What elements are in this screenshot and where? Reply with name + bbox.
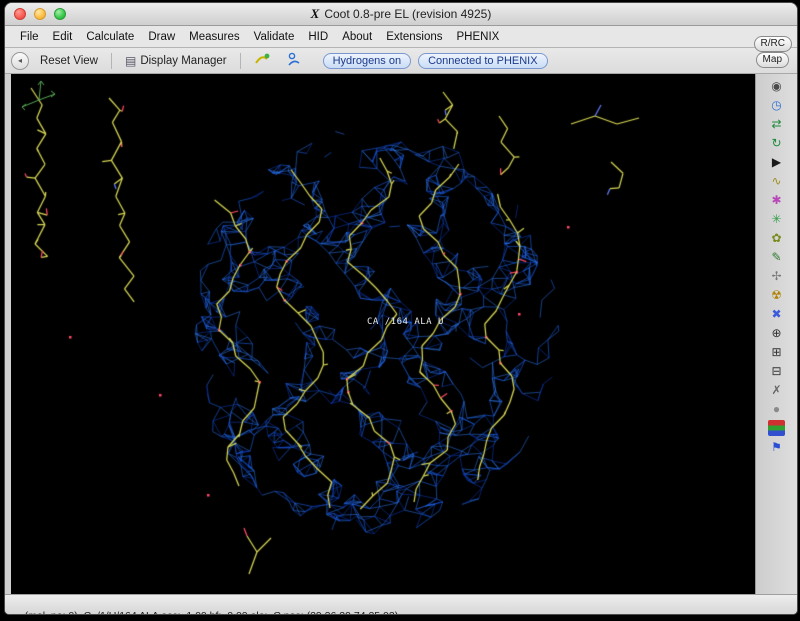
menu-extensions[interactable]: Extensions	[379, 31, 449, 43]
pencil-icon[interactable]: ✎	[768, 249, 785, 265]
reset-view-label: Reset View	[40, 55, 98, 67]
minus-box-icon[interactable]: ⊟	[768, 363, 785, 379]
flag-icon[interactable]: ⚑	[768, 439, 785, 455]
hydrogens-toggle-button[interactable]: Hydrogens on	[323, 53, 412, 69]
clock-icon[interactable]: ◷	[768, 97, 785, 113]
window-controls	[14, 8, 66, 20]
rotate-arrow-icon[interactable]: ↻	[768, 135, 785, 151]
display-manager-button[interactable]: ▤ Display Manager	[120, 52, 232, 70]
canvas-area: CA /164 ALA U	[11, 74, 755, 594]
model-toolbar: ◉ ◷ ⇄ ↻ ▶ ∿ ✱ ✳ ✿ ✎ ✢ ☢	[755, 74, 797, 594]
display-manager-label: Display Manager	[140, 55, 226, 67]
wand-tool-button[interactable]	[249, 49, 275, 72]
delete-icon[interactable]: ✗	[768, 382, 785, 398]
statusbar: (mol. no: 0) C /1/U/164 ALA occ: 1.00 bf…	[5, 594, 797, 614]
menu-about[interactable]: About	[335, 31, 379, 43]
display-manager-icon: ▤	[125, 54, 136, 68]
reset-view-button[interactable]: Reset View	[35, 53, 103, 69]
window-title: X Coot 0.8-pre EL (revision 4925)	[311, 6, 492, 22]
close-button[interactable]	[14, 8, 26, 20]
coot-window: X Coot 0.8-pre EL (revision 4925) File E…	[4, 2, 798, 615]
menu-file[interactable]: File	[13, 31, 46, 43]
phenix-connection-button[interactable]: Connected to PHENIX	[418, 53, 547, 69]
menu-edit[interactable]: Edit	[46, 31, 80, 43]
radioactive-icon[interactable]: ☢	[768, 287, 785, 303]
menu-calculate[interactable]: Calculate	[79, 31, 141, 43]
status-text: (mol. no: 0) C /1/U/164 ALA occ: 1.00 bf…	[25, 610, 399, 614]
zoom-button[interactable]	[54, 8, 66, 20]
cross-icon[interactable]: ✢	[768, 268, 785, 284]
eye-icon[interactable]: ◉	[768, 78, 785, 94]
toolbar-separator	[111, 53, 112, 69]
blue-x-icon[interactable]: ✖	[768, 306, 785, 322]
gray-ball-icon[interactable]: ●	[768, 401, 785, 417]
map-button[interactable]: Map	[756, 52, 789, 68]
menu-measures[interactable]: Measures	[182, 31, 247, 43]
molecule-viewport[interactable]	[11, 74, 755, 594]
main-area: CA /164 ALA U ◉ ◷ ⇄ ↻ ▶ ∿ ✱ ✳ ✿ ✎	[5, 74, 797, 594]
sine-icon[interactable]: ∿	[768, 173, 785, 189]
play-icon[interactable]: ▶	[768, 154, 785, 170]
toolbar-separator	[240, 53, 241, 69]
menubar: File Edit Calculate Draw Measures Valida…	[5, 26, 797, 48]
plus-box-icon[interactable]: ⊞	[768, 344, 785, 360]
x11-icon: X	[311, 6, 320, 22]
toolbar-pills: Hydrogens on Connected to PHENIX	[323, 53, 548, 69]
toolbar: ◂ Reset View ▤ Display Manager	[5, 48, 797, 74]
window-title-text: Coot 0.8-pre EL (revision 4925)	[324, 7, 491, 21]
atom-label: CA /164 ALA U	[367, 317, 444, 327]
menu-phenix[interactable]: PHENIX	[450, 31, 507, 43]
olive-flower-icon[interactable]: ✿	[768, 230, 785, 246]
crosshair-icon[interactable]: ⊕	[768, 325, 785, 341]
menu-hid[interactable]: HID	[301, 31, 335, 43]
swap-arrows-icon[interactable]: ⇄	[768, 116, 785, 132]
titlebar[interactable]: X Coot 0.8-pre EL (revision 4925)	[5, 3, 797, 26]
person-tool-button[interactable]	[281, 49, 307, 72]
person-icon	[286, 51, 302, 70]
green-star-icon[interactable]: ✳	[768, 211, 785, 227]
magenta-star-icon[interactable]: ✱	[768, 192, 785, 208]
wand-icon	[254, 51, 270, 70]
menu-validate[interactable]: Validate	[247, 31, 302, 43]
toolbar-collapse-button[interactable]: ◂	[11, 52, 29, 70]
minimize-button[interactable]	[34, 8, 46, 20]
rgb-stripes-icon[interactable]	[768, 420, 785, 436]
menu-draw[interactable]: Draw	[141, 31, 182, 43]
rrc-button[interactable]: R/RC	[754, 36, 792, 52]
